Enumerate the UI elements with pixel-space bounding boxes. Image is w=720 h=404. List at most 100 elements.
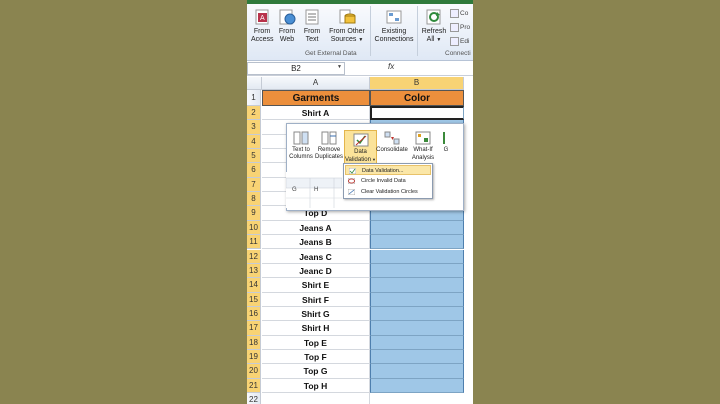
group-label-connections: Connecti [445,50,471,57]
menu-item-clear-validation-circles-label: Clear Validation Circles [361,189,418,195]
color-cell[interactable] [370,249,464,264]
garment-cell[interactable]: Shirt G [262,306,370,322]
garment-cell[interactable]: Shirt H [262,321,370,336]
properties-item[interactable]: Pro [450,23,470,32]
connections-item[interactable]: Co [450,9,468,18]
menu-item-circle-invalid-data-label: Circle Invalid Data [361,178,406,184]
consolidate-button[interactable]: Consolidate [376,131,408,154]
text-to-columns-button[interactable]: Text to Columns [289,131,313,161]
garment-cell[interactable]: Jeans A [262,220,370,236]
from-access-line2: Access [251,36,274,43]
from-other-sources-line1: From Other [329,28,365,35]
menu-item-data-validation[interactable]: Data Validation... [345,165,431,175]
data-validation-button[interactable]: Data Validation ▼ [344,130,377,164]
color-cell[interactable] [370,292,464,307]
color-cell[interactable] [370,220,464,236]
color-cell[interactable] [370,378,464,393]
color-cell[interactable] [370,321,464,336]
properties-item-label: Pro [460,24,471,32]
column-header-b[interactable]: B [370,77,464,90]
color-cell[interactable] [370,235,464,250]
data-validation-small-icon [349,168,356,174]
existing-connections-line1: Existing [381,28,407,35]
row-header[interactable]: 11 [247,235,261,250]
name-box[interactable]: B2 [247,62,345,75]
from-web-button[interactable]: From Web [277,8,297,44]
garment-cell[interactable]: Jeans C [262,249,370,264]
text-to-columns-line2: Columns [289,154,313,160]
data-validation-icon [353,133,369,147]
row-header[interactable]: 18 [247,335,261,350]
garment-cell[interactable]: Shirt E [262,278,370,293]
ribbon-tab-strip [247,0,473,4]
remove-duplicates-button[interactable]: Remove Duplicates [315,131,343,161]
edit-links-item-label: Edi [460,38,470,46]
row-header[interactable]: 7 [247,177,261,193]
text-file-icon [303,8,321,26]
row-header[interactable]: 21 [247,378,261,393]
header-cell-color[interactable]: Color [370,90,464,106]
garment-cell[interactable]: Top G [262,364,370,379]
existing-connections-line2: Connections [374,36,414,43]
text-to-columns-line1: Text to [292,147,310,153]
row-header[interactable]: 3 [247,120,261,135]
refresh-all-button[interactable]: Refresh All ▼ [420,8,448,44]
row-header[interactable]: 10 [247,220,261,236]
garment-cell[interactable] [262,393,370,404]
row-header[interactable]: 1 [247,90,261,106]
color-cell[interactable] [370,306,464,322]
color-cell[interactable] [370,364,464,379]
group-button[interactable]: G [439,131,453,154]
row-header[interactable]: 9 [247,206,261,221]
color-cell[interactable] [370,335,464,350]
row-header[interactable]: 13 [247,263,261,279]
color-cell[interactable] [370,263,464,279]
from-other-sources-button[interactable]: From Other Sources ▼ [327,8,367,44]
garment-cell[interactable]: Top H [262,378,370,393]
row-header[interactable]: 6 [247,163,261,178]
connections-small-icon [450,9,459,18]
row-header[interactable]: 22 [247,393,261,404]
garment-cell[interactable]: Jeans B [262,235,370,250]
row-header[interactable]: 12 [247,249,261,264]
menu-item-circle-invalid-data[interactable]: Circle Invalid Data [345,176,431,186]
garment-cell[interactable]: Top E [262,335,370,350]
from-text-line2: Text [305,36,319,43]
fx-icon[interactable]: fx [388,62,394,71]
select-all-corner[interactable] [247,77,262,90]
color-cell[interactable] [370,278,464,293]
header-cell-garments[interactable]: Garments [262,90,370,106]
group-label-get-external-data: Get External Data [305,50,357,57]
what-if-analysis-line1: What-If [413,147,433,153]
row-header[interactable]: 17 [247,321,261,336]
color-cell[interactable] [370,349,464,365]
from-access-button[interactable]: A From Access [251,8,274,44]
data-validation-line1: Data [354,149,367,155]
row-header[interactable]: 19 [247,349,261,365]
row-header[interactable]: 2 [247,106,261,121]
color-cell[interactable] [370,106,464,121]
menu-item-clear-validation-circles[interactable]: Clear Validation Circles [345,187,431,197]
connections-item-label: Co [460,10,469,18]
circle-invalid-icon [348,178,355,184]
garment-cell[interactable]: Top F [262,349,370,365]
row-header[interactable]: 4 [247,134,261,150]
row-header[interactable]: 8 [247,192,261,207]
name-box-dropdown-icon[interactable]: ▼ [337,64,342,70]
edit-links-item[interactable]: Edi [450,37,469,46]
row-header[interactable]: 14 [247,278,261,293]
garment-cell[interactable]: Shirt A [262,106,370,121]
existing-connections-button[interactable]: Existing Connections [373,8,415,44]
color-cell[interactable] [370,393,464,404]
database-icon [338,8,356,26]
data-validation-menu: Data Validation... Circle Invalid Data C… [343,163,433,199]
row-header[interactable]: 16 [247,306,261,322]
text-to-columns-icon [293,131,309,145]
garment-cell[interactable]: Shirt F [262,292,370,307]
column-header-a[interactable]: A [262,77,370,90]
garment-cell[interactable]: Jeanc D [262,263,370,279]
row-header[interactable]: 20 [247,364,261,379]
row-header[interactable]: 15 [247,292,261,307]
row-header[interactable]: 5 [247,149,261,164]
from-text-button[interactable]: From Text [302,8,322,44]
